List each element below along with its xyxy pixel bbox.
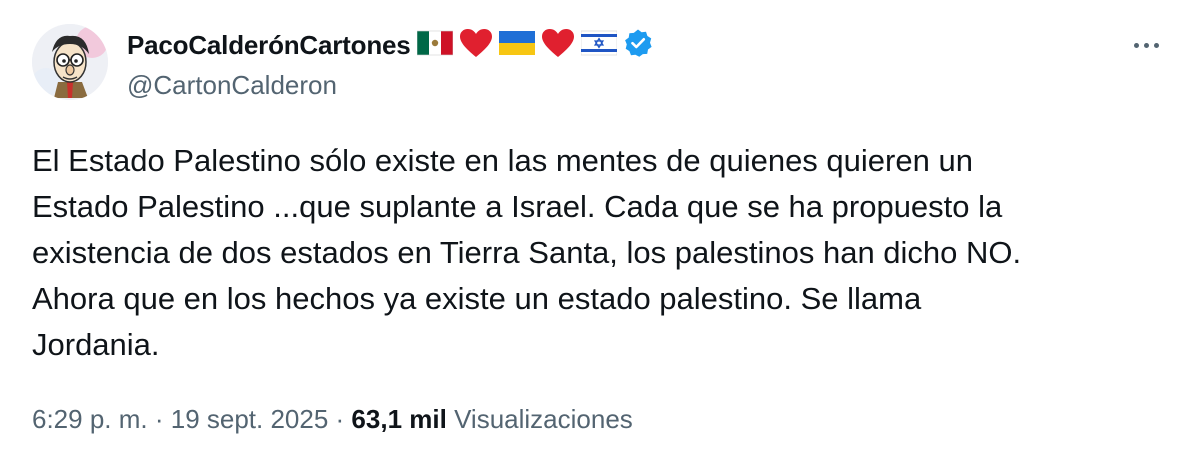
tweet-date[interactable]: 19 sept. 2025: [171, 404, 329, 435]
red-heart-icon: [459, 28, 493, 63]
views-count[interactable]: 63,1 mil: [351, 404, 446, 435]
caricature-avatar-icon: [32, 24, 108, 100]
separator: ·: [147, 404, 171, 434]
tweet-text: El Estado Palestino sólo existe en las m…: [32, 143, 1022, 362]
name-row: PacoCalderónCartones: [127, 28, 653, 62]
red-heart-icon: [541, 28, 575, 63]
separator: ·: [328, 404, 352, 434]
flag-israel-icon: [580, 30, 617, 61]
tweet-time[interactable]: 6:29 p. m.: [32, 404, 148, 435]
display-name[interactable]: PacoCalderónCartones: [127, 30, 411, 61]
tweet-card: PacoCalderónCartones @CartonCalderon El …: [0, 0, 1196, 472]
more-options-icon[interactable]: [1126, 30, 1166, 60]
verified-badge-icon[interactable]: [623, 28, 653, 63]
user-handle[interactable]: @CartonCalderon: [127, 70, 337, 101]
flag-mexico-icon: [416, 30, 453, 61]
flag-ukraine-icon: [498, 30, 535, 61]
tweet-meta: 6:29 p. m. · 19 sept. 2025 · 63,1 mil Vi…: [32, 404, 633, 435]
views-label[interactable]: Visualizaciones: [454, 404, 633, 435]
avatar[interactable]: [32, 24, 108, 100]
